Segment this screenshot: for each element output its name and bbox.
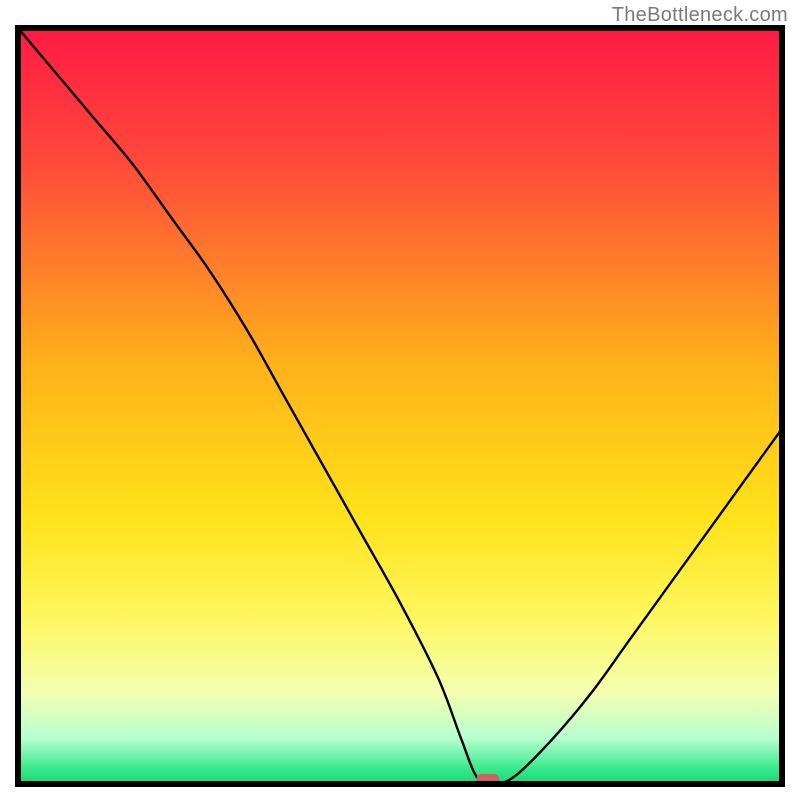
chart-container: { "watermark": "TheBottleneck.com", "cha… <box>0 0 800 800</box>
chart-background <box>18 28 782 784</box>
bottleneck-chart <box>0 0 800 800</box>
watermark-text: TheBottleneck.com <box>612 4 788 27</box>
